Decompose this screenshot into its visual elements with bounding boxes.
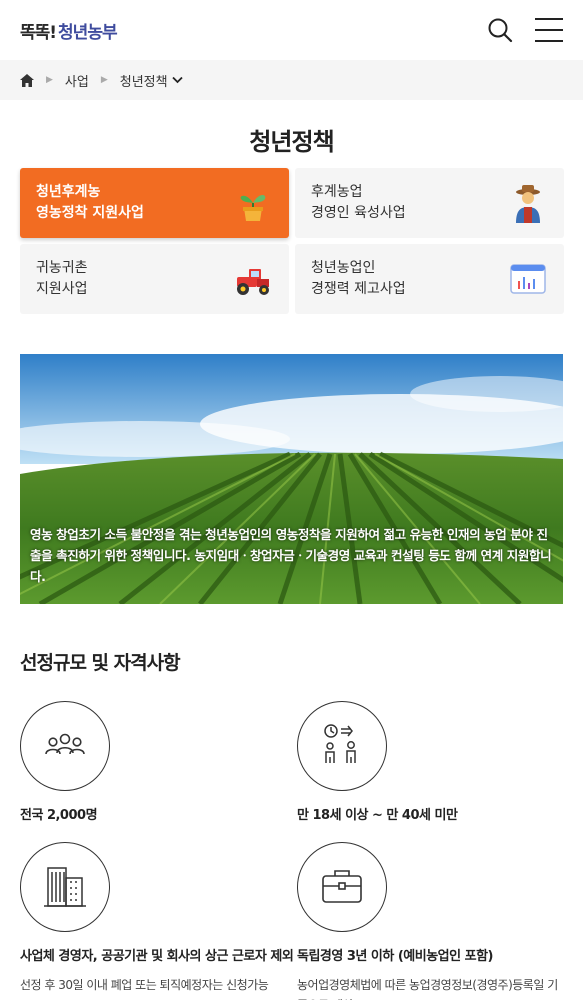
hamburger-menu-icon[interactable] bbox=[535, 18, 563, 42]
tractor-icon bbox=[237, 269, 269, 295]
qualification-grid: 전국 2,000명 만 18세 이상 ~ 만 40세 미만 사업체 경영자, 공… bbox=[20, 701, 563, 1000]
header: 똑똑! 청년농부 bbox=[0, 0, 583, 60]
qualification-desc: 농어업경영체법에 따른 농업경영정보(경영주)등록일 기준으로 계산 bbox=[297, 978, 558, 1000]
menu-card-return-farming[interactable]: 귀농귀촌 지원사업 bbox=[20, 244, 289, 314]
menu-card-successor-farmer[interactable]: 후계농업 경영인 육성사업 bbox=[295, 168, 564, 238]
qualification-item-age: 만 18세 이상 ~ 만 40세 미만 bbox=[297, 701, 563, 826]
qualification-label: 독립경영 3년 이하 (예비농업인 포함) bbox=[297, 949, 493, 964]
search-icon[interactable] bbox=[487, 17, 513, 43]
breadcrumb-separator-icon: ▶ bbox=[100, 75, 108, 85]
qualification-label: 사업체 경영자, 공공기관 및 회사의 상근 근로자 제외 bbox=[20, 949, 294, 964]
chevron-down-icon bbox=[171, 76, 183, 84]
menu-card-label: 후계농업 경영인 육성사업 bbox=[311, 184, 406, 221]
qualification-label: 만 18세 이상 ~ 만 40세 미만 bbox=[297, 808, 458, 823]
menu-card-label: 청년후계농 영농정착 지원사업 bbox=[36, 184, 144, 221]
menu-card-label: 귀농귀촌 지원사업 bbox=[36, 260, 88, 297]
clock-persons-icon bbox=[324, 724, 356, 763]
qualification-desc: 선정 후 30일 이내 폐업 또는 퇴직예정자는 신청가능 bbox=[20, 978, 269, 992]
breadcrumb-item-business[interactable]: 사업 bbox=[65, 71, 89, 90]
people-group-icon bbox=[45, 733, 85, 755]
qualification-icon-circle bbox=[297, 701, 387, 791]
breadcrumb-current-label: 청년정책 bbox=[119, 74, 168, 90]
building-icon bbox=[44, 867, 86, 907]
breadcrumb: ▶ 사업 ▶ 청년정책 bbox=[0, 60, 583, 100]
menu-card-youth-successor[interactable]: 청년후계농 영농정착 지원사업 bbox=[20, 168, 289, 238]
policy-menu-grid: 청년후계농 영농정착 지원사업 후계농업 경영인 육성사업 귀농귀촌 지원사업 bbox=[0, 168, 583, 314]
menu-card-youth-competitiveness[interactable]: 청년농업인 경쟁력 제고사업 bbox=[295, 244, 564, 314]
chart-window-icon bbox=[510, 264, 546, 294]
menu-card-label: 청년농업인 경쟁력 제고사업 bbox=[311, 260, 406, 297]
hero-banner: 영농 창업초기 소득 불안정을 겪는 청년농업인의 영농정착을 지원하여 젊고 … bbox=[20, 354, 563, 604]
qualification-icon-circle bbox=[297, 842, 387, 932]
hero-description: 영농 창업초기 소득 불안정을 겪는 청년농업인의 영농정착을 지원하여 젊고 … bbox=[30, 527, 552, 584]
qualification-label: 전국 2,000명 bbox=[20, 808, 98, 823]
sprout-pot-icon bbox=[240, 194, 266, 221]
breadcrumb-item-youth-policy[interactable]: 청년정책 bbox=[120, 71, 183, 90]
qualification-icon-circle bbox=[20, 842, 110, 932]
qualification-item-independence: 독립경영 3년 이하 (예비농업인 포함) 농어업경영체법에 따른 농업경영정보… bbox=[297, 842, 563, 1000]
logo-text-2: 청년농부 bbox=[58, 22, 118, 43]
briefcase-icon bbox=[322, 870, 362, 903]
qualification-icon-circle bbox=[20, 701, 110, 791]
site-logo[interactable]: 똑똑! 청년농부 bbox=[20, 18, 118, 43]
logo-text-1: 똑똑! bbox=[20, 22, 57, 43]
section-title: 선정규모 및 자격사항 bbox=[20, 652, 181, 674]
qualification-item-scale: 전국 2,000명 bbox=[20, 701, 297, 826]
qualification-item-exclusion: 사업체 경영자, 공공기관 및 회사의 상근 근로자 제외 선정 후 30일 이… bbox=[20, 842, 297, 1000]
home-icon[interactable] bbox=[20, 73, 34, 87]
page-title: 청년정책 bbox=[249, 128, 334, 156]
farmer-icon bbox=[516, 185, 540, 223]
breadcrumb-separator-icon: ▶ bbox=[46, 75, 53, 85]
